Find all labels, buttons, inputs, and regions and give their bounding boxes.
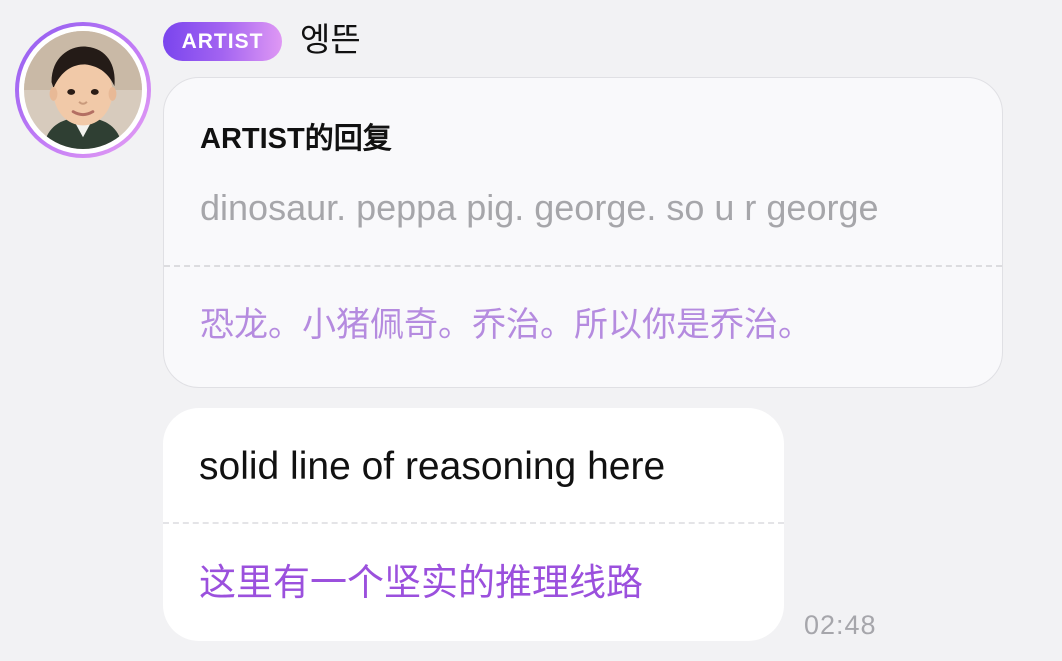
- quoted-reply-text: dinosaur. peppa pig. george. so u r geor…: [200, 187, 879, 228]
- avatar-photo-icon: [24, 31, 142, 149]
- message-divider: [163, 522, 784, 524]
- message-text: solid line of reasoning here: [199, 445, 666, 488]
- role-badge: ARTIST: [163, 22, 282, 61]
- avatar[interactable]: [15, 22, 151, 158]
- quoted-reply-divider: [164, 265, 1002, 267]
- quoted-reply-title: ARTIST的回复: [200, 123, 392, 155]
- avatar-photo: [24, 31, 142, 149]
- avatar-border: [19, 26, 147, 154]
- quoted-reply-translation: 恐龙。小猪佩奇。乔治。所以你是乔治。: [200, 305, 812, 345]
- sender-name[interactable]: 엥뜬: [300, 20, 361, 60]
- message-timestamp: 02:48: [804, 610, 877, 640]
- quoted-reply[interactable]: ARTIST的回复 dinosaur. peppa pig. george. s…: [163, 77, 1003, 388]
- message-translation: 这里有一个坚实的推理线路: [199, 561, 643, 604]
- message-bubble[interactable]: solid line of reasoning here 这里有一个坚实的推理线…: [163, 408, 784, 641]
